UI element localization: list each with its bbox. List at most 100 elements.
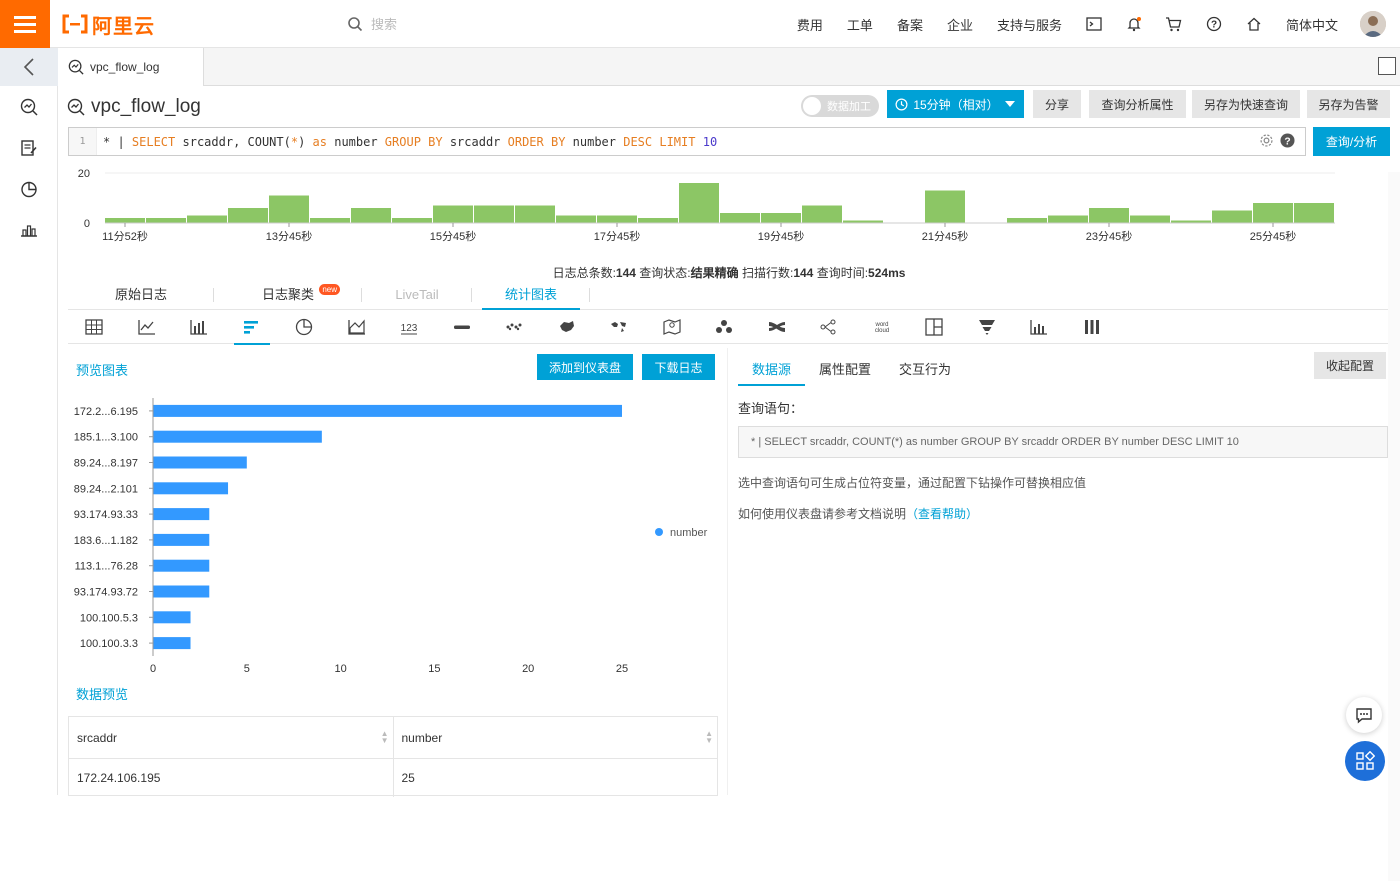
histogram-bar[interactable] [433,205,473,224]
chart-type-word-cloud[interactable]: word cloud [856,310,909,344]
apps-button[interactable] [1345,741,1385,781]
histogram-bar[interactable] [802,205,842,224]
chart-type-single-bar[interactable] [1013,310,1066,344]
terminal-button[interactable] [1074,0,1114,48]
data-processing-toggle[interactable]: 数据加工 [801,95,879,117]
feedback-button[interactable] [1346,697,1382,733]
tab-data-source[interactable]: 数据源 [738,356,806,386]
tab-statistics-chart[interactable]: 统计图表 [472,280,590,310]
time-range-picker[interactable]: 15分钟（相对） [887,90,1024,118]
sidebar-alerts[interactable] [0,209,58,250]
chart-type-funnel[interactable] [961,310,1014,344]
nav-support[interactable]: 支持与服务 [997,15,1062,34]
chart-type-progress[interactable] [436,310,489,344]
histogram-bar[interactable] [1253,203,1293,223]
page-scrollbar[interactable] [1388,172,1400,881]
bar[interactable] [153,611,191,624]
cart-button[interactable] [1154,0,1194,48]
chart-type-flow[interactable] [698,310,751,344]
add-to-dashboard-button[interactable]: 添加到仪表盘 [537,354,633,380]
menu-button[interactable] [0,0,50,48]
chart-type-bar[interactable] [226,310,279,345]
column-header-srcaddr[interactable]: srcaddr ▲ ▼ [69,717,394,758]
bar[interactable] [153,533,210,546]
bar[interactable] [153,456,247,469]
tab-vpc-flow-log[interactable]: vpc_flow_log [58,48,204,86]
settings-icon[interactable] [1259,133,1274,148]
notifications-button[interactable] [1114,0,1154,48]
histogram-bar[interactable] [146,218,186,223]
histogram-bar[interactable] [1007,218,1047,223]
nav-tickets[interactable]: 工单 [847,15,873,34]
chart-type-map-dots[interactable] [488,310,541,344]
histogram-bar[interactable] [310,218,350,223]
log-histogram[interactable]: 20 0 11分52秒 13分45秒 15分45秒 17分45秒 19分45秒 21分45秒 2… [68,162,1368,260]
save-alert-button[interactable]: 另存为告警 [1307,90,1390,118]
histogram-bar[interactable] [1048,215,1088,224]
sort-icon[interactable]: ▲ ▼ [381,730,389,745]
histogram-bar[interactable] [187,215,227,224]
chart-type-china-map[interactable] [541,310,594,344]
tab-log-clustering[interactable]: 日志聚类 new [214,280,362,309]
histogram-bar[interactable] [761,213,801,223]
help-button[interactable]: ? [1194,0,1234,48]
view-help-link[interactable]: （查看帮助） [906,507,978,521]
chart-type-pie[interactable] [278,310,331,344]
histogram-bar[interactable] [556,215,596,224]
histogram-bar[interactable] [392,218,432,223]
histogram-bar[interactable] [474,205,514,224]
legend-label[interactable]: number [670,527,708,539]
chart-type-area[interactable] [331,310,384,344]
histogram-bar[interactable] [679,183,719,223]
bar[interactable] [153,637,191,650]
chart-type-line[interactable] [121,310,174,344]
tab-raw-logs[interactable]: 原始日志 [68,280,214,309]
save-quick-query-button[interactable]: 另存为快速查询 [1192,90,1300,118]
query-statement-box[interactable]: * | SELECT srcaddr, COUNT(*) as number G… [738,426,1388,458]
bar[interactable] [153,482,229,495]
nav-fees[interactable]: 费用 [797,15,823,34]
histogram-bar[interactable] [1212,210,1252,224]
column-header-number[interactable]: number ▲ ▼ [394,717,718,758]
bar[interactable] [153,430,322,443]
histogram-bar[interactable] [351,208,391,223]
histogram-bar[interactable] [269,195,309,224]
tab-property-config[interactable]: 属性配置 [805,356,885,384]
help-circle-icon[interactable]: ? [1280,133,1295,148]
bar[interactable] [153,404,622,417]
language-switch[interactable]: 简体中文 [1286,15,1338,34]
sidebar-saved-search[interactable] [0,127,58,168]
histogram-bar[interactable] [597,215,637,224]
bar-chart[interactable]: 172.2...6.195 185.1...3.100 89.24...8.197 8… [68,392,718,682]
histogram-bar[interactable] [925,190,965,224]
chart-type-force[interactable] [803,310,856,344]
sidebar-dashboard[interactable] [0,168,58,209]
global-search[interactable]: 搜索 [347,14,397,33]
chart-type-sankey[interactable] [751,310,804,344]
bar[interactable] [153,508,210,521]
user-avatar[interactable] [1360,11,1386,37]
search-analyze-button[interactable]: 查询/分析 [1313,127,1390,156]
bar[interactable] [153,585,210,598]
histogram-bar[interactable] [1130,215,1170,224]
tab-interaction[interactable]: 交互行为 [885,356,965,384]
nav-icp[interactable]: 备案 [897,15,923,34]
chart-type-treemap[interactable] [908,310,961,344]
chart-type-column[interactable] [173,310,226,344]
aliyun-logo[interactable]: 阿里云 [62,12,155,38]
share-button[interactable]: 分享 [1033,90,1081,118]
sidebar-search-analysis[interactable] [0,86,58,127]
chart-type-world-map[interactable] [593,310,646,344]
chart-type-number[interactable]: 123 [383,310,436,344]
histogram-bar[interactable] [638,218,678,223]
tab-livetail[interactable]: LiveTail [362,280,472,309]
collapse-sidebar-button[interactable] [0,48,58,86]
histogram-bar[interactable] [228,208,268,223]
download-log-button[interactable]: 下载日志 [642,354,715,380]
chart-type-amap[interactable] [646,310,699,344]
histogram-bar[interactable] [1294,203,1334,223]
query-properties-button[interactable]: 查询分析属性 [1089,90,1186,118]
histogram-bar[interactable] [105,218,145,223]
chart-type-table[interactable] [68,310,121,344]
sort-icon[interactable]: ▲ ▼ [705,730,713,745]
